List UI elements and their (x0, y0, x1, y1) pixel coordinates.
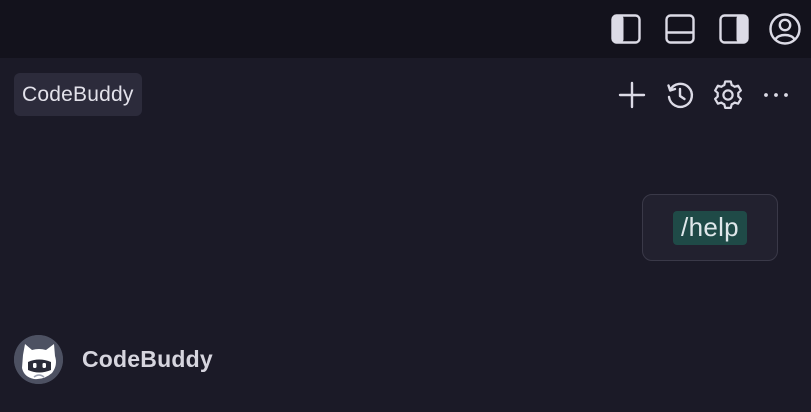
slash-command-chip: /help (673, 210, 747, 245)
chat-panel-header: CodeBuddy (0, 58, 811, 134)
new-chat-icon[interactable] (615, 78, 649, 112)
toggle-secondary-sidebar-icon[interactable] (717, 12, 751, 46)
robot-cat-icon (14, 334, 63, 384)
toggle-panel-icon[interactable] (663, 12, 697, 46)
chat-tab[interactable]: CodeBuddy (14, 73, 142, 116)
assistant-message-header: CodeBuddy (14, 334, 213, 384)
toggle-primary-sidebar-icon[interactable] (609, 12, 643, 46)
more-options-icon[interactable] (759, 78, 793, 112)
history-icon[interactable] (663, 78, 697, 112)
settings-icon[interactable] (711, 78, 745, 112)
assistant-avatar (14, 334, 63, 384)
chat-tab-label: CodeBuddy (22, 82, 134, 106)
user-message-bubble: /help (642, 194, 778, 261)
assistant-name: CodeBuddy (82, 345, 213, 372)
account-icon[interactable] (768, 12, 802, 46)
title-bar (0, 0, 811, 58)
